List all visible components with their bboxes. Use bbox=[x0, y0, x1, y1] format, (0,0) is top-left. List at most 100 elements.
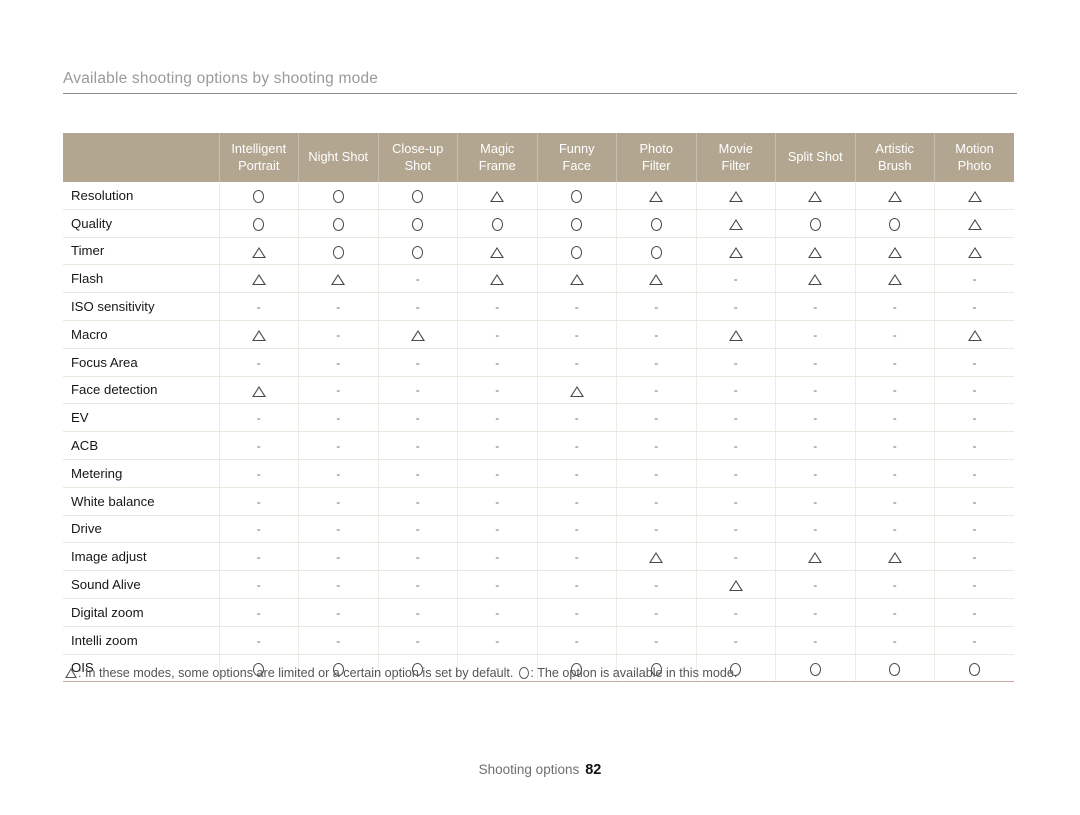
option-cell: - bbox=[934, 542, 1014, 572]
option-cell: - bbox=[218, 570, 299, 599]
dash-icon: - bbox=[972, 578, 977, 593]
option-cell: - bbox=[854, 487, 935, 516]
option-cell bbox=[695, 237, 776, 266]
table-row: Focus Area - - - - - - - - - - bbox=[63, 348, 1014, 377]
option-cell bbox=[536, 237, 617, 266]
row-label: Metering bbox=[63, 459, 219, 488]
option-cell: - bbox=[854, 376, 935, 405]
option-cell bbox=[536, 376, 617, 405]
option-cell: - bbox=[854, 403, 935, 433]
option-cell: - bbox=[775, 403, 855, 433]
option-cell: - bbox=[298, 320, 378, 349]
table-row: Timer bbox=[63, 237, 1014, 266]
option-cell bbox=[616, 264, 696, 294]
dash-icon: - bbox=[495, 633, 500, 648]
triangle-icon bbox=[251, 385, 266, 397]
dash-icon: - bbox=[972, 383, 977, 398]
dash-icon: - bbox=[495, 300, 500, 315]
option-cell: - bbox=[536, 431, 617, 460]
option-cell: - bbox=[536, 320, 617, 349]
triangle-icon bbox=[808, 274, 823, 286]
option-cell: - bbox=[695, 515, 776, 544]
option-cell: - bbox=[536, 598, 617, 627]
option-cell bbox=[616, 182, 696, 210]
column-header-line2: Face bbox=[562, 157, 591, 173]
dash-icon: - bbox=[415, 605, 420, 620]
circle-icon bbox=[412, 245, 424, 259]
column-header-line2: Shot bbox=[404, 157, 431, 173]
table-row: ISO sensitivity - - - - - - - - - - bbox=[63, 292, 1014, 321]
option-cell bbox=[298, 182, 378, 210]
triangle-icon bbox=[331, 274, 346, 286]
circle-icon bbox=[809, 217, 821, 231]
column-header-4: Funny Face bbox=[536, 133, 617, 182]
option-cell: - bbox=[934, 459, 1014, 488]
dash-icon: - bbox=[654, 383, 659, 398]
option-cell: - bbox=[934, 487, 1014, 516]
dash-icon: - bbox=[892, 494, 897, 509]
dash-icon: - bbox=[733, 522, 738, 537]
option-cell bbox=[218, 182, 299, 210]
row-label: Sound Alive bbox=[63, 570, 219, 599]
option-cell: - bbox=[695, 348, 776, 377]
dash-icon: - bbox=[654, 633, 659, 648]
option-cell: - bbox=[377, 348, 458, 377]
dash-icon: - bbox=[813, 605, 818, 620]
triangle-icon bbox=[967, 246, 982, 258]
option-cell: - bbox=[934, 376, 1014, 405]
column-header-line2: Photo bbox=[957, 157, 992, 173]
dash-icon: - bbox=[336, 327, 341, 342]
option-cell bbox=[616, 209, 696, 238]
option-cell bbox=[377, 182, 458, 210]
option-cell bbox=[536, 264, 617, 294]
option-cell bbox=[934, 237, 1014, 266]
triangle-icon bbox=[490, 191, 505, 203]
option-cell: - bbox=[218, 403, 299, 433]
dash-icon: - bbox=[813, 355, 818, 370]
row-label: Image adjust bbox=[63, 542, 219, 572]
dash-icon: - bbox=[495, 466, 500, 481]
dash-icon: - bbox=[256, 466, 261, 481]
dash-icon: - bbox=[495, 550, 500, 565]
row-label: Flash bbox=[63, 264, 219, 294]
dash-icon: - bbox=[813, 578, 818, 593]
row-label: Face detection bbox=[63, 376, 219, 405]
dash-icon: - bbox=[574, 605, 579, 620]
option-cell bbox=[775, 542, 855, 572]
column-header-line2: Portrait bbox=[238, 157, 280, 173]
shooting-options-table-wrap: Intelligent Portrait Night Shot Close-up Sho… bbox=[63, 133, 1014, 683]
option-cell bbox=[218, 320, 299, 349]
title-divider bbox=[63, 93, 1017, 94]
table-row: ACB - - - - - - - - - - bbox=[63, 431, 1014, 460]
triangle-icon bbox=[649, 191, 664, 203]
table-row: Flash - - - bbox=[63, 264, 1014, 294]
option-cell: - bbox=[854, 570, 935, 599]
option-cell: - bbox=[695, 403, 776, 433]
triangle-icon bbox=[728, 191, 743, 203]
dash-icon: - bbox=[415, 272, 420, 287]
dash-icon: - bbox=[733, 550, 738, 565]
dash-icon: - bbox=[336, 411, 341, 426]
option-cell bbox=[457, 182, 537, 210]
option-cell: - bbox=[218, 348, 299, 377]
option-cell: - bbox=[616, 487, 696, 516]
dash-icon: - bbox=[415, 439, 420, 454]
dash-icon: - bbox=[813, 383, 818, 398]
dash-icon: - bbox=[415, 355, 420, 370]
option-cell bbox=[775, 264, 855, 294]
triangle-icon bbox=[569, 385, 584, 397]
dash-icon: - bbox=[415, 550, 420, 565]
page-title: Available shooting options by shooting m… bbox=[63, 70, 379, 87]
triangle-icon bbox=[887, 191, 902, 203]
dash-icon: - bbox=[336, 439, 341, 454]
option-cell: - bbox=[854, 459, 935, 488]
table-row: Quality bbox=[63, 209, 1014, 238]
option-cell: - bbox=[377, 431, 458, 460]
option-cell: - bbox=[695, 376, 776, 405]
table-row: Sound Alive - - - - - - - - - bbox=[63, 570, 1014, 599]
row-label: Quality bbox=[63, 209, 219, 238]
dash-icon: - bbox=[813, 300, 818, 315]
dash-icon: - bbox=[256, 355, 261, 370]
row-label: Timer bbox=[63, 237, 219, 266]
triangle-icon bbox=[649, 552, 664, 564]
